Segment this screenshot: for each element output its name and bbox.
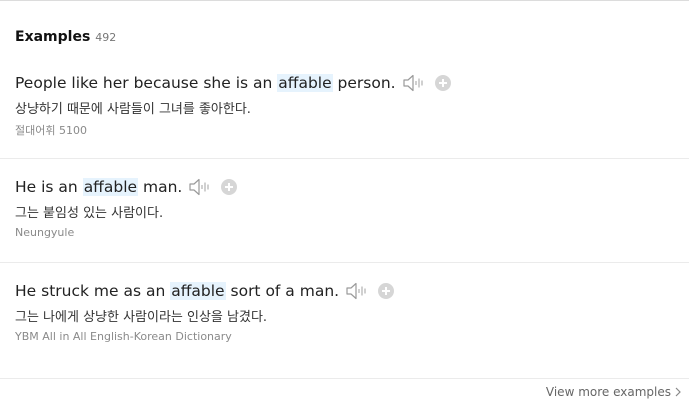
- keyword-highlight[interactable]: affable: [82, 178, 139, 196]
- example-source[interactable]: 절대어휘 5100: [15, 122, 689, 138]
- keyword-highlight[interactable]: affable: [277, 74, 333, 92]
- example-source[interactable]: YBM All in All English-Korean Dictionary: [15, 330, 689, 343]
- sentence-text: man.: [138, 178, 183, 196]
- sentence-text: People like her because she is an: [15, 74, 278, 92]
- divider: [0, 378, 689, 379]
- example-translation-ko: 그는 나에게 상냥한 사람이라는 인상을 남겼다.: [15, 310, 268, 325]
- speaker-icon[interactable]: [188, 177, 212, 197]
- divider: [0, 158, 689, 159]
- add-wordbook-icon[interactable]: [221, 179, 238, 195]
- example-item: He is an affable man. 그는 붙임성 있는 사람이다. Ne…: [15, 176, 689, 239]
- example-translation-ko: 상냥하기 때문에 사람들이 그녀를 좋아한다.: [15, 102, 251, 117]
- example-sentence-en: He struck me as an affable sort of a man…: [15, 280, 689, 302]
- sentence-text: sort of a man.: [225, 282, 340, 300]
- example-sentence-en: People like her because she is an affabl…: [15, 72, 689, 94]
- speaker-icon[interactable]: [402, 73, 426, 93]
- add-wordbook-icon[interactable]: [378, 283, 395, 299]
- view-more-examples-link[interactable]: View more examples: [546, 385, 681, 399]
- top-border: [0, 0, 689, 1]
- examples-title: Examples: [15, 29, 91, 45]
- examples-header: Examples 492: [15, 29, 116, 45]
- keyword-highlight[interactable]: affable: [170, 282, 226, 300]
- example-sentence-en: He is an affable man.: [15, 176, 689, 198]
- examples-count: 492: [95, 31, 117, 44]
- add-wordbook-icon[interactable]: [434, 75, 451, 91]
- speaker-icon[interactable]: [345, 281, 369, 301]
- divider: [0, 262, 689, 263]
- example-item: People like her because she is an affabl…: [15, 72, 689, 138]
- sentence-text: He struck me as an: [15, 282, 171, 300]
- example-source[interactable]: Neungyule: [15, 226, 689, 239]
- sentence-text: He is an: [15, 178, 83, 196]
- chevron-right-icon: [675, 387, 681, 397]
- view-more-label: View more examples: [545, 385, 671, 399]
- example-translation-ko: 그는 붙임성 있는 사람이다.: [15, 206, 164, 221]
- example-item: He struck me as an affable sort of a man…: [15, 280, 689, 343]
- sentence-text: person.: [332, 74, 396, 92]
